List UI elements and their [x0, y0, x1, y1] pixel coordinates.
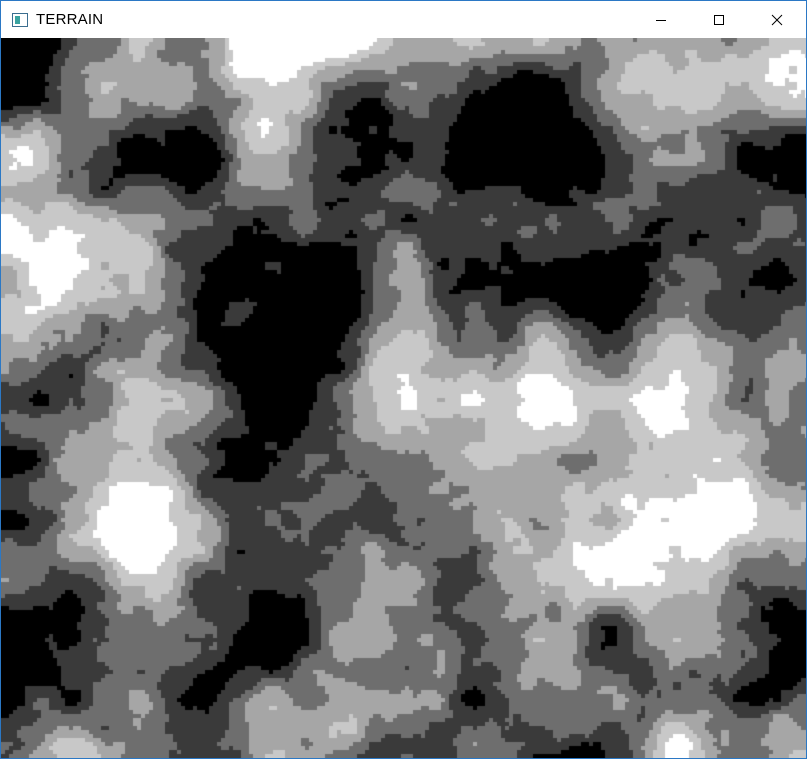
close-icon [771, 14, 783, 25]
terrain-heightmap[interactable] [1, 38, 806, 758]
terrain-canvas-area[interactable] [1, 38, 806, 758]
title-bar[interactable]: TERRAIN [1, 1, 806, 38]
close-button[interactable] [748, 1, 806, 38]
maximize-button[interactable] [690, 1, 748, 38]
window-app-icon [12, 12, 28, 28]
window-controls [632, 1, 806, 38]
minimize-button[interactable] [632, 1, 690, 38]
window-title: TERRAIN [36, 11, 104, 28]
application-window: TERRAIN [0, 0, 807, 759]
maximize-icon [714, 14, 724, 25]
minimize-icon [656, 19, 666, 21]
